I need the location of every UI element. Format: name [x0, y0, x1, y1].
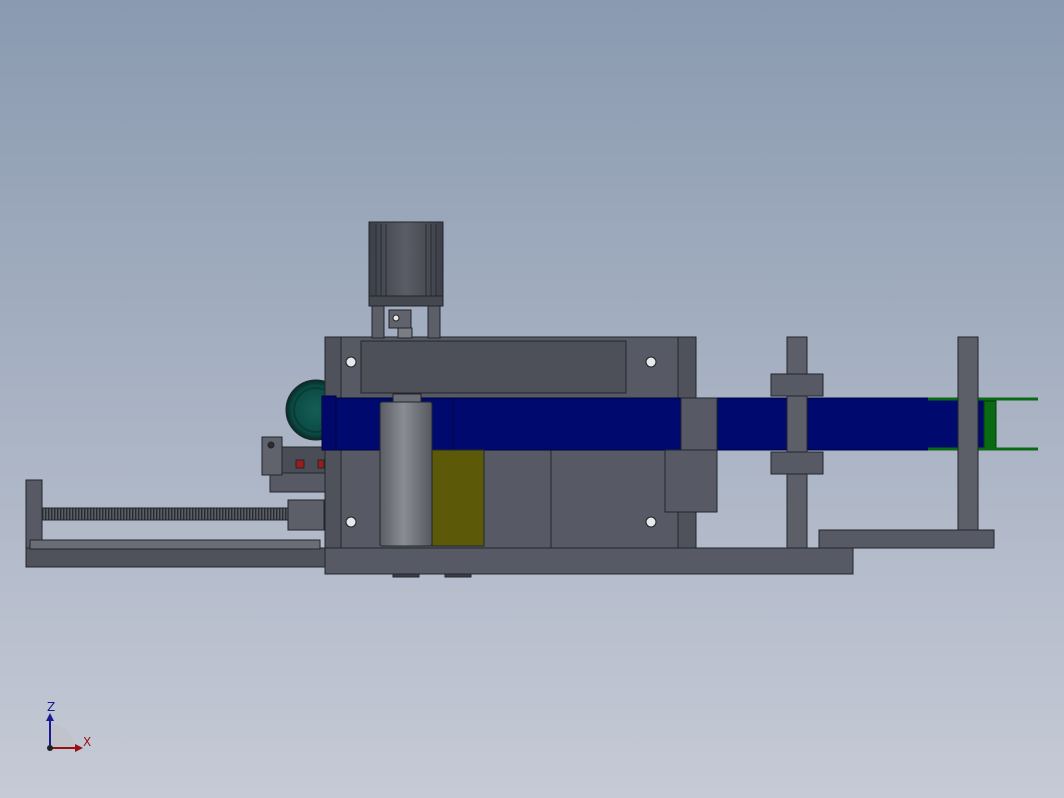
- roller-yellow[interactable]: [431, 449, 485, 547]
- motor-body[interactable]: [368, 221, 444, 299]
- roller-shaft-top: [392, 393, 422, 403]
- frame-hole-top-right: [645, 356, 657, 368]
- tensioner-lower[interactable]: [664, 449, 718, 513]
- sensor-light-red-2: [317, 459, 325, 469]
- column-right[interactable]: [957, 336, 979, 531]
- motor-mount-post-right[interactable]: [427, 305, 441, 339]
- column-left-collar-top[interactable]: [770, 373, 824, 397]
- belt-left-end[interactable]: [321, 395, 337, 451]
- base-foot-left: [392, 573, 420, 578]
- slide-guide-rail[interactable]: [29, 539, 321, 550]
- cad-scene[interactable]: Z X: [0, 0, 1064, 798]
- motor-shaft: [397, 327, 413, 339]
- right-base-plate[interactable]: [818, 529, 995, 549]
- base-foot-right: [444, 573, 472, 578]
- tensioner-upper[interactable]: [680, 397, 718, 451]
- triad-origin: [47, 745, 53, 751]
- column-left-collar-bottom[interactable]: [770, 451, 824, 475]
- motor-coupling[interactable]: [388, 309, 412, 329]
- frame-top-cover[interactable]: [360, 340, 627, 394]
- roller-gray[interactable]: [379, 401, 433, 547]
- belt-end-frame-green[interactable]: [983, 400, 997, 449]
- frame-hole-bottom-right: [645, 516, 657, 528]
- belt-top-run[interactable]: [335, 397, 985, 451]
- base-plate[interactable]: [324, 547, 854, 575]
- column-left[interactable]: [786, 336, 808, 549]
- slide-base-rail[interactable]: [25, 547, 327, 568]
- lead-screw[interactable]: [41, 507, 289, 521]
- slide-end-plate[interactable]: [25, 479, 43, 549]
- motor-mount-post-left[interactable]: [371, 305, 385, 339]
- triad-z-label: Z: [47, 700, 55, 714]
- frame-hole-top-left: [345, 356, 357, 368]
- motor-flange[interactable]: [368, 295, 444, 307]
- triad-x-label: X: [83, 735, 91, 749]
- coupling-screw: [392, 314, 400, 322]
- sensor-bracket-hole: [267, 441, 275, 449]
- model-viewport[interactable]: Z X: [0, 0, 1064, 798]
- slide-carriage[interactable]: [269, 472, 327, 493]
- sensor-light-red-1: [295, 459, 305, 469]
- stepper-motor-assembly[interactable]: [368, 221, 444, 339]
- frame-hole-bottom-left: [345, 516, 357, 528]
- screw-nut-block[interactable]: [287, 499, 325, 531]
